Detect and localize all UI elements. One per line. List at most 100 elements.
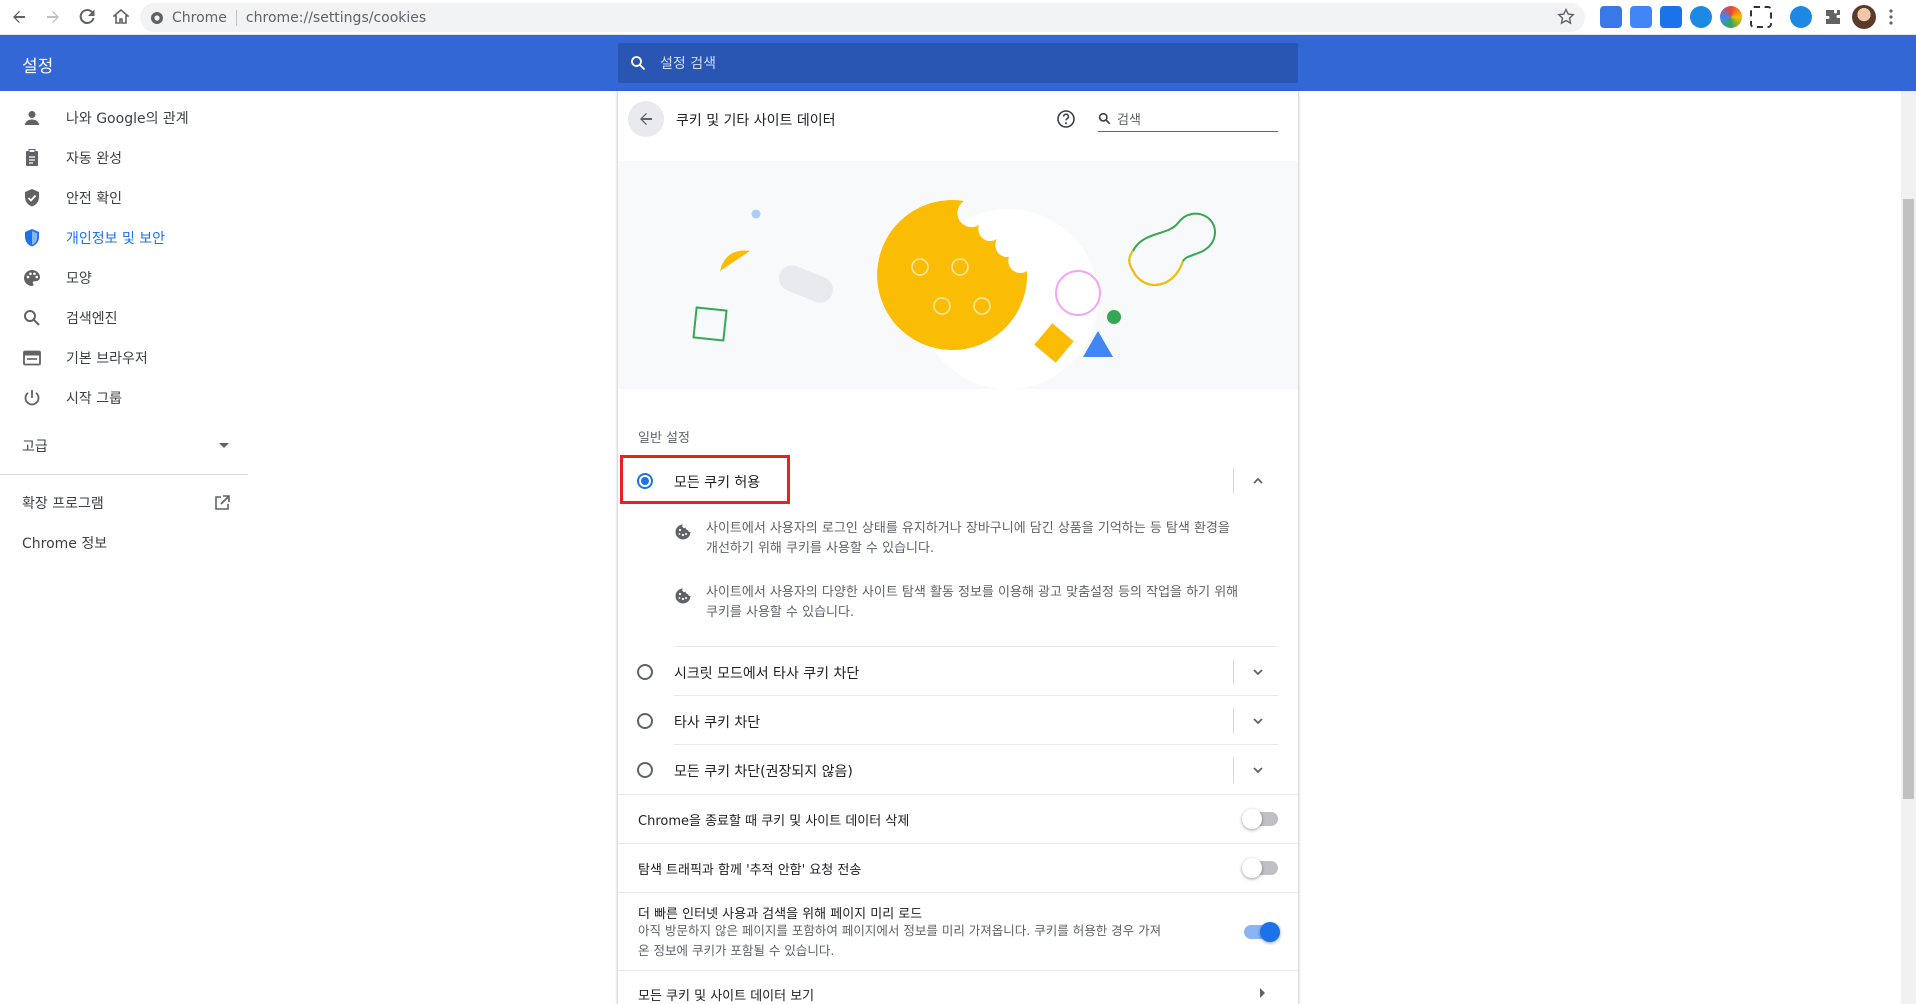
- option-block-third-party[interactable]: 타사 쿠키 차단: [618, 696, 1298, 745]
- sidebar-item-label: 안전 확인: [66, 191, 122, 207]
- about-label: Chrome 정보: [22, 536, 108, 552]
- sidebar-item-label: 검색엔진: [66, 311, 118, 327]
- page-scrollbar[interactable]: [1901, 91, 1916, 1004]
- sidebar-divider: [0, 474, 248, 475]
- radio-button[interactable]: [637, 713, 653, 729]
- sidebar-item-google[interactable]: 나와 Google의 관계: [0, 98, 250, 138]
- arrow-right-icon: [1258, 987, 1266, 999]
- site-label: Chrome: [172, 9, 227, 26]
- row-label: 탐색 트래픽과 함께 '추적 안함' 요청 전송: [638, 863, 862, 878]
- extensions-label: 확장 프로그램: [22, 496, 104, 512]
- option-label: 시크릿 모드에서 타사 쿠키 차단: [674, 666, 860, 682]
- cookie-icon: [674, 523, 692, 541]
- settings-title: 설정: [22, 57, 54, 77]
- power-icon: [22, 388, 42, 408]
- reload-icon[interactable]: [72, 2, 102, 32]
- back-button[interactable]: [628, 101, 664, 137]
- check-extension-icon[interactable]: [1690, 6, 1712, 28]
- option-block-third-party-incognito[interactable]: 시크릿 모드에서 타사 쿠키 차단: [618, 647, 1298, 696]
- shield-check-icon: [22, 188, 42, 208]
- kebab-menu-icon[interactable]: [1888, 8, 1894, 26]
- radio-button[interactable]: [637, 473, 653, 489]
- sidebar-item-privacy[interactable]: 개인정보 및 보안: [0, 218, 250, 258]
- puzzle-extensions-icon[interactable]: [1824, 8, 1842, 26]
- row-label: 더 빠른 인터넷 사용과 검색을 위해 페이지 미리 로드: [638, 907, 923, 922]
- palette-icon: [22, 268, 42, 288]
- chevron-down-icon[interactable]: [1248, 711, 1268, 731]
- chevron-up-icon[interactable]: [1248, 471, 1268, 491]
- sidebar-item-default-browser[interactable]: 기본 브라우저: [0, 338, 250, 378]
- sidebar-item-label: 기본 브라우저: [66, 351, 148, 367]
- sidebar-item-appearance[interactable]: 모양: [0, 258, 250, 298]
- address-bar[interactable]: Chrome chrome://settings/cookies: [140, 3, 1585, 32]
- home-icon[interactable]: [106, 2, 136, 32]
- option-label: 모든 쿠키 허용: [674, 475, 761, 491]
- shield-icon: [22, 228, 42, 248]
- cookie-search-input[interactable]: 검색: [1098, 106, 1278, 132]
- bookmark-star-icon[interactable]: [1557, 8, 1575, 26]
- dropdown-arrow-icon: [214, 436, 234, 456]
- cookies-settings-card: 쿠키 및 기타 사이트 데이터 검색 일반 설정 모든 쿠키 허용 사이트에서 …: [618, 91, 1298, 1004]
- omnibox-separator: [235, 9, 237, 26]
- extension-icon[interactable]: [1790, 6, 1812, 28]
- preload-toggle[interactable]: [1244, 922, 1280, 942]
- open-in-new-icon: [212, 493, 232, 513]
- bullet-text: 사이트에서 사용자의 로그인 상태를 유지하거나 장바구니에 담긴 상품을 기억…: [706, 521, 1230, 556]
- option-separator: [1233, 757, 1234, 783]
- url-text[interactable]: chrome://settings/cookies: [246, 10, 426, 26]
- radio-button[interactable]: [637, 762, 653, 778]
- search-icon: [630, 55, 646, 71]
- back-arrow-icon[interactable]: [4, 2, 34, 32]
- sidebar-extensions[interactable]: 확장 프로그램: [0, 483, 250, 523]
- clear-on-exit-toggle[interactable]: [1242, 809, 1278, 829]
- sidebar-advanced[interactable]: 고급: [0, 426, 250, 466]
- toggle-knob: [1260, 922, 1280, 942]
- bullet-text: 사이트에서 사용자의 다양한 사이트 탐색 활동 정보를 이용해 광고 맞춤설정…: [706, 585, 1239, 620]
- option-separator: [1233, 468, 1234, 494]
- forward-arrow-icon[interactable]: [38, 2, 68, 32]
- person-icon: [22, 108, 42, 128]
- browser-toolbar: Chrome chrome://settings/cookies: [0, 0, 1916, 35]
- option-label: 모든 쿠키 차단(권장되지 않음): [674, 764, 853, 780]
- general-settings-label: 일반 설정: [638, 431, 690, 446]
- chevron-down-icon[interactable]: [1248, 760, 1268, 780]
- sidebar-item-label: 나와 Google의 관계: [66, 111, 189, 127]
- cookies-illustration: [618, 161, 1298, 389]
- sidebar-item-autofill[interactable]: 자동 완성: [0, 138, 250, 178]
- sidebar-item-on-startup[interactable]: 시작 그룹: [0, 378, 250, 418]
- clipboard-icon: [22, 148, 42, 168]
- toggle-knob: [1242, 858, 1262, 878]
- sidebar-about-chrome[interactable]: Chrome 정보: [0, 523, 250, 563]
- option-separator: [1233, 659, 1234, 685]
- do-not-track-toggle[interactable]: [1242, 858, 1278, 878]
- radio-button[interactable]: [637, 664, 653, 680]
- scrollbar-thumb[interactable]: [1903, 199, 1914, 799]
- color-extension-icon[interactable]: [1720, 6, 1742, 28]
- settings-search-input[interactable]: 설정 검색: [618, 43, 1298, 83]
- qr-extension-icon[interactable]: [1750, 6, 1772, 28]
- advanced-label: 고급: [22, 439, 48, 455]
- sidebar-item-label: 모양: [66, 271, 92, 287]
- help-icon[interactable]: [1056, 109, 1076, 129]
- profile-avatar[interactable]: [1852, 5, 1876, 29]
- chrome-site-icon: [150, 11, 164, 25]
- search-placeholder: 설정 검색: [660, 56, 716, 72]
- option-block-all-cookies[interactable]: 모든 쿠키 차단(권장되지 않음): [618, 745, 1298, 794]
- translate-extension-icon[interactable]: [1630, 6, 1652, 28]
- extension-icon[interactable]: [1660, 6, 1682, 28]
- row-label: 모든 쿠키 및 사이트 데이터 보기: [638, 989, 815, 1004]
- sidebar-item-label: 시작 그룹: [66, 391, 122, 407]
- card-header: 쿠키 및 기타 사이트 데이터 검색: [618, 91, 1298, 161]
- option-allow-all-cookies[interactable]: 모든 쿠키 허용: [618, 456, 1298, 505]
- cookie-search-placeholder: 검색: [1117, 113, 1141, 128]
- row-preload-pages[interactable]: 더 빠른 인터넷 사용과 검색을 위해 페이지 미리 로드 아직 방문하지 않은…: [618, 892, 1298, 970]
- chevron-down-icon[interactable]: [1248, 662, 1268, 682]
- row-do-not-track[interactable]: 탐색 트래픽과 함께 '추적 안함' 요청 전송: [618, 843, 1298, 892]
- sidebar-item-safety-check[interactable]: 안전 확인: [0, 178, 250, 218]
- toggle-knob: [1242, 809, 1262, 829]
- row-see-all-cookies[interactable]: 모든 쿠키 및 사이트 데이터 보기: [618, 970, 1298, 1004]
- row-clear-on-exit[interactable]: Chrome을 종료할 때 쿠키 및 사이트 데이터 삭제: [618, 794, 1298, 843]
- extension-icon[interactable]: [1600, 6, 1622, 28]
- option-label: 타사 쿠키 차단: [674, 715, 761, 731]
- sidebar-item-search-engine[interactable]: 검색엔진: [0, 298, 250, 338]
